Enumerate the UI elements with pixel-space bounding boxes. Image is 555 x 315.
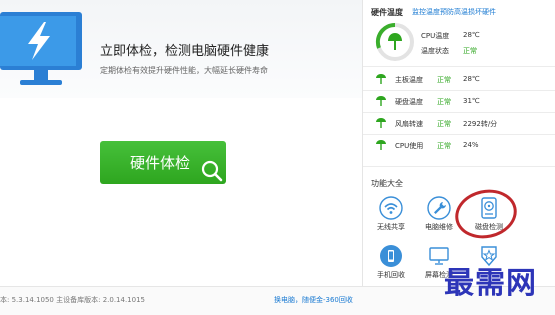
temp-status-value: 正常	[463, 47, 477, 55]
disk-temp-label: 硬盘温度	[395, 98, 423, 106]
divider	[363, 112, 555, 113]
main-panel: 立即体检，检测电脑硬件健康 定期体检有效提升硬件性能，大幅延长硬件寿命 硬件体检	[0, 0, 362, 315]
temperature-gauge	[375, 22, 414, 61]
wireless-share-label: 无线共享	[377, 223, 405, 231]
phone-recycle-label: 手机回收	[377, 271, 405, 279]
wireless-share-button[interactable]: 无线共享	[367, 196, 415, 232]
temp-monitor-link[interactable]: 监控温度预防高温损坏硬件	[412, 7, 496, 17]
fan-speed-value: 2292转/分	[463, 120, 498, 128]
board-temp-label: 主板温度	[395, 76, 423, 84]
fan-speed-status: 正常	[437, 120, 451, 128]
phone-recycle-button[interactable]: 手机回收	[367, 244, 415, 280]
divider	[363, 166, 555, 167]
divider	[363, 90, 555, 91]
board-temp-value: 28℃	[463, 75, 480, 83]
phone-recycle-icon	[380, 245, 402, 267]
divider	[363, 134, 555, 135]
cpu-usage-value: 24%	[463, 141, 479, 149]
hardware-sidebar: 硬件温度 监控温度预防高温损坏硬件 CPU温度 28℃ 温度状态 正常 主板温度…	[362, 0, 555, 286]
hardware-check-label: 硬件体检	[130, 154, 191, 172]
monitor-icon	[0, 12, 82, 85]
disk-temp-value: 31℃	[463, 97, 480, 105]
wifi-icon	[379, 196, 403, 220]
cpu-temp-label: CPU温度	[421, 32, 450, 40]
recycle-link[interactable]: 换电脑，随便金-360回收	[274, 295, 353, 305]
divider	[363, 66, 555, 67]
page-title: 立即体检，检测电脑硬件健康	[100, 44, 270, 59]
fan-icon	[376, 96, 386, 106]
magnifier-icon	[201, 160, 223, 182]
fan-speed-label: 风扇转速	[395, 120, 423, 128]
fan-icon	[376, 74, 386, 84]
cpu-usage-label: CPU使用	[395, 142, 424, 150]
cpu-usage-status: 正常	[437, 142, 451, 150]
disk-temp-status: 正常	[437, 98, 451, 106]
version-text: 本: 5.3.14.1050 主设备库版本: 2.0.14.1015	[0, 296, 146, 304]
fan-icon	[376, 140, 386, 150]
functions-title: 功能大全	[371, 179, 403, 188]
wrench-icon	[427, 196, 451, 220]
page-subtitle: 定期体检有效提升硬件性能，大幅延长硬件寿命	[100, 66, 268, 75]
board-temp-status: 正常	[437, 76, 451, 84]
fan-icon	[376, 118, 386, 128]
cpu-temp-value: 28℃	[463, 31, 480, 39]
hardware-check-button[interactable]: 硬件体检	[100, 141, 226, 184]
hardware-temp-title: 硬件温度	[371, 8, 403, 17]
temp-status-label: 温度状态	[421, 47, 449, 55]
watermark-logo: 最需网	[444, 266, 537, 301]
fan-icon	[388, 33, 402, 50]
